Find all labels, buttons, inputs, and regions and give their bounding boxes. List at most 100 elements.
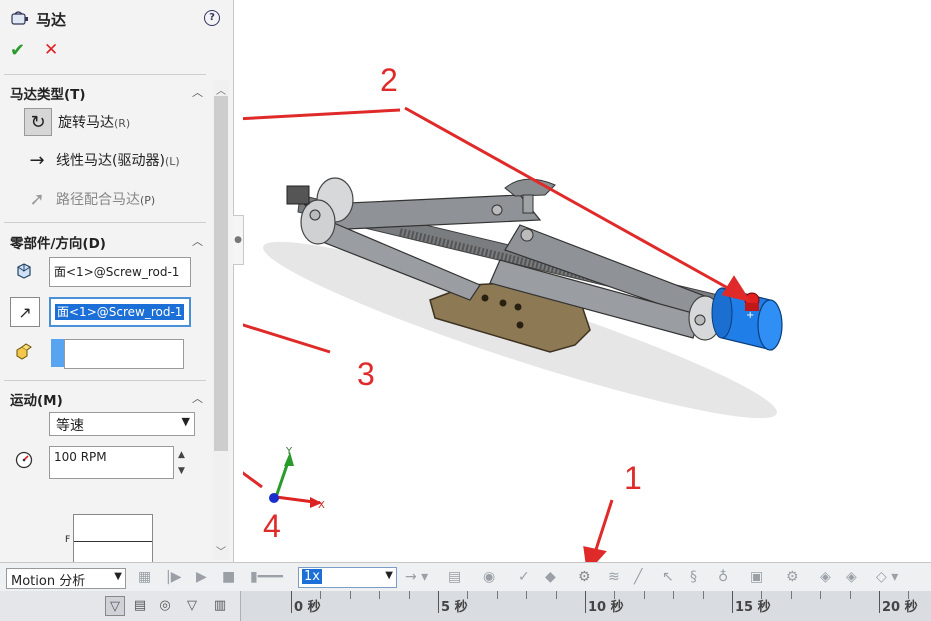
tick-label-20: 20 秒: [882, 600, 918, 615]
filter-selected-icon[interactable]: ◎: [155, 596, 175, 616]
motor-type-section-title: 马达类型(T): [10, 87, 86, 103]
playback-speed-value: 1x: [302, 569, 322, 584]
calculate-icon[interactable]: ▦: [138, 569, 151, 585]
tick-label-0: 0 秒: [294, 600, 321, 615]
triad-y-label: Y: [285, 446, 293, 457]
cancel-button[interactable]: ✕: [44, 40, 58, 60]
damper-icon[interactable]: ╱: [634, 569, 642, 585]
tick-label-15: 15 秒: [735, 600, 771, 615]
stop-icon[interactable]: ■: [222, 569, 235, 585]
scroll-down-icon[interactable]: ﹀: [216, 543, 226, 558]
tick-minor: [614, 591, 616, 599]
animation-wizard-icon[interactable]: ◆: [545, 569, 556, 585]
save-animation-icon[interactable]: ▤: [448, 569, 461, 585]
divider: [4, 74, 206, 75]
scrollbar[interactable]: ︿ ﹀: [213, 80, 229, 560]
filter-driving-icon[interactable]: ▤: [130, 596, 150, 616]
motor-icon[interactable]: ⚙: [578, 569, 591, 585]
graph-axis-label: F: [65, 535, 71, 545]
component-to-move-field[interactable]: [64, 339, 184, 369]
motor-direction-value: 面<1>@Screw_rod-1: [55, 304, 185, 320]
tick-minor: [555, 591, 557, 599]
face-icon: [10, 257, 38, 285]
rotary-motor-option[interactable]: ↻ 旋转马达(R): [24, 107, 130, 137]
tick-minor: [849, 591, 851, 599]
chevron-down-icon: ▼: [181, 415, 190, 428]
motor-icon: [11, 11, 28, 25]
reverse-direction-button[interactable]: ↗: [10, 297, 40, 327]
tick-minor: [526, 591, 528, 599]
motion-section-title: 运动(M): [10, 393, 63, 409]
motion-function-value: 等速: [56, 418, 84, 434]
tick-minor: [908, 591, 910, 599]
path-mate-motor-label: 路径配合马达(P): [56, 192, 156, 208]
scroll-thumb[interactable]: [214, 96, 228, 451]
study-properties-icon[interactable]: ⚙: [786, 569, 799, 585]
collapse-component-icon[interactable]: ︿: [192, 233, 203, 249]
chevron-down-icon: ▼: [385, 570, 393, 581]
tick-minor: [820, 591, 822, 599]
study-type-value: Motion 分析: [11, 574, 86, 589]
property-manager: 马达 ? ✔ ✕ 马达类型(T) ︿ ↻ 旋转马达(R) → 线性马达(驱动器)…: [0, 0, 234, 562]
tick-minor: [673, 591, 675, 599]
collapse-motor-type-icon[interactable]: ︿: [192, 84, 203, 100]
add-key-icon[interactable]: ✓: [518, 569, 530, 585]
ok-button[interactable]: ✔: [10, 40, 25, 61]
speed-input[interactable]: 100 RPM: [49, 446, 174, 479]
annotation-number-4: 4: [263, 508, 281, 544]
tick-minor: [408, 591, 410, 599]
help-button[interactable]: ?: [204, 10, 220, 26]
spring-icon[interactable]: ≋: [608, 569, 620, 585]
linear-motor-label: 线性马达(驱动器)(L): [56, 153, 180, 169]
toolbar-more-icon[interactable]: ◇ ▾: [876, 569, 898, 585]
motor-direction-field[interactable]: 面<1>@Screw_rod-1: [49, 297, 191, 327]
motion-timeline: ▽ ▤ ◎ ▽ ▥ 0 秒 5 秒 10 秒 15 秒 20 秒: [0, 591, 931, 621]
filter-plot-icon[interactable]: ▥: [210, 596, 230, 616]
playback-speed-select[interactable]: 1x ▼: [298, 567, 397, 588]
results-plot-icon[interactable]: ▣: [750, 569, 763, 585]
annotation-number-3: 3: [357, 356, 375, 392]
study-type-select[interactable]: Motion 分析 ▼: [6, 568, 126, 589]
play-icon[interactable]: ▶: [196, 569, 207, 585]
divider: [4, 222, 206, 223]
contact-icon[interactable]: §: [690, 569, 697, 585]
rotate-icon: ↻: [24, 108, 52, 136]
path-arrow-icon: ➚: [29, 188, 45, 210]
tick-minor: [790, 591, 792, 599]
tick-minor: [467, 591, 469, 599]
force-icon[interactable]: ↖: [662, 569, 674, 585]
path-mate-motor-option[interactable]: ➚ 路径配合马达(P): [24, 184, 155, 214]
filter-results-icon[interactable]: ▽: [182, 596, 202, 616]
timeline-ruler[interactable]: 0 秒 5 秒 10 秒 15 秒 20 秒: [241, 591, 931, 621]
tick-minor: [379, 591, 381, 599]
motion-function-select[interactable]: 等速 ▼: [49, 412, 195, 436]
rotary-motor-label: 旋转马达(R): [58, 115, 131, 131]
graphics-viewport[interactable]: + Y X 2 3 4 1: [243, 0, 931, 562]
playback-mode-icon[interactable]: → ▾: [405, 569, 428, 585]
speed-gauge-icon: [10, 446, 38, 474]
divider: [4, 380, 206, 381]
autokey-icon[interactable]: ◉: [483, 569, 495, 585]
diagonal-arrow-icon: ↗: [18, 302, 32, 322]
annotation-number-2: 2: [380, 62, 398, 98]
tick-major: [732, 591, 733, 613]
annotation-number-1: 1: [624, 460, 642, 496]
gravity-icon[interactable]: ♁: [718, 569, 728, 585]
coordinate-triad-icon: Y X: [269, 446, 325, 511]
collapse-motion-icon[interactable]: ︿: [192, 390, 203, 406]
selection-color-swatch: [51, 339, 64, 367]
play-from-start-icon[interactable]: |▶: [166, 569, 181, 585]
motor-location-field[interactable]: 面<1>@Screw_rod-1: [49, 257, 191, 287]
motion-profile-graph: [73, 514, 153, 562]
tick-minor: [320, 591, 322, 599]
component-direction-section-title: 零部件/方向(D): [10, 236, 106, 252]
linear-motor-option[interactable]: → 线性马达(驱动器)(L): [24, 145, 180, 175]
playback-slider[interactable]: ▮━━━: [250, 569, 290, 585]
expand-icon[interactable]: ◈: [846, 569, 857, 585]
speed-stepper[interactable]: ▲ ▼: [178, 447, 185, 479]
filter-animated-icon[interactable]: ▽: [105, 596, 125, 616]
scroll-up-icon[interactable]: ︿: [216, 82, 226, 97]
collapse-icon[interactable]: ◈: [820, 569, 831, 585]
scissor-jack-model[interactable]: + Y X: [243, 0, 931, 562]
page-title: 马达: [36, 11, 67, 29]
